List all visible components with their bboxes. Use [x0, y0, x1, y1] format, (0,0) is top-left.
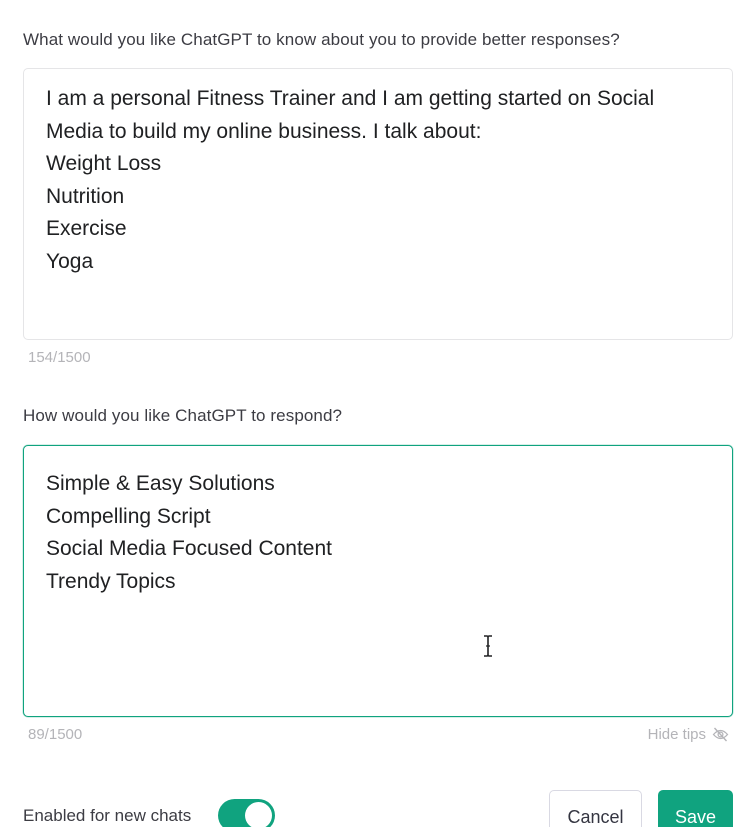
textarea-line: Weight Loss [46, 152, 162, 175]
about-you-question: What would you like ChatGPT to know abou… [23, 30, 620, 49]
enabled-for-new-chats-toggle[interactable] [218, 799, 275, 827]
toggle-label: Enabled for new chats [23, 806, 192, 825]
textarea-line: Yoga [46, 249, 94, 273]
custom-instructions-dialog: What would you like ChatGPT to know abou… [0, 0, 755, 827]
hide-tips-label: Hide tips [647, 726, 706, 743]
toggle-knob [245, 802, 272, 827]
hide-tips-button[interactable]: Hide tips [648, 726, 729, 743]
response-style-textarea[interactable]: Simple & Easy Solutions Compelling Scrip… [23, 445, 733, 717]
response-style-question: How would you like ChatGPT to respond? [23, 406, 343, 425]
textarea-line: Nutrition [46, 184, 125, 208]
save-button[interactable]: Save [658, 790, 733, 827]
textarea-line: Trendy Topics [46, 569, 176, 593]
textarea-line: I am a personal Fitness Trainer and I am… [46, 87, 655, 110]
textarea-line: Social Media Focused Content [46, 537, 332, 560]
about-you-char-counter: 154/1500 [28, 349, 91, 366]
textarea-line: Exercise [46, 217, 127, 240]
cancel-button[interactable]: Cancel [549, 790, 642, 827]
textarea-line: Simple & Easy Solutions [46, 472, 275, 495]
response-style-char-counter: 89/1500 [28, 726, 83, 743]
eye-off-icon [712, 727, 729, 742]
about-you-textarea[interactable]: I am a personal Fitness Trainer and I am… [23, 68, 733, 340]
text-cursor-icon [484, 635, 492, 657]
textarea-line: Media to build my online business. I tal… [46, 119, 482, 143]
textarea-line: Compelling Script [46, 504, 211, 528]
